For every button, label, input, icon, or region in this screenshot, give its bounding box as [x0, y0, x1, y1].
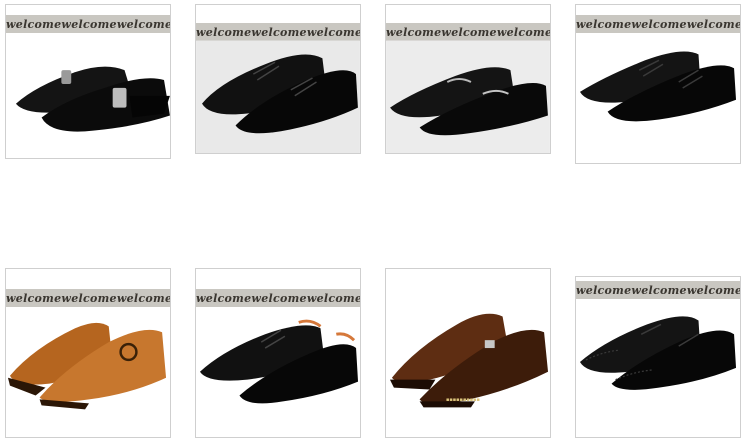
product-tile-3[interactable]: welcome welcome welcome	[385, 4, 551, 154]
product-tile-4[interactable]: welcome welcome welcome	[575, 4, 741, 164]
product-tile-8[interactable]: welcome welcome welcome	[575, 276, 741, 438]
ring-strap-monk-image	[7, 322, 167, 410]
wingtip-brogue-image	[579, 316, 737, 390]
single-monk-strap-image	[389, 313, 549, 408]
horsebit-loafer-image	[386, 40, 550, 153]
product-tile-5[interactable]: welcome welcome welcome	[5, 268, 171, 438]
product-tile-2[interactable]: welcome welcome welcome	[195, 4, 361, 154]
product-tile-7[interactable]: ▪▪▪▪▪▪▪▪▪▪	[385, 268, 551, 438]
lace-up-derby-image	[196, 40, 360, 153]
suede-buckle-loafer-image	[15, 66, 170, 132]
watermark-logo: ▪▪▪▪▪▪▪▪▪▪	[446, 397, 480, 403]
product-tile-6[interactable]: welcome welcome welcome	[195, 268, 361, 438]
lace-up-derby-image	[199, 319, 359, 404]
product-tile-1[interactable]: welcome welcome welcome	[5, 4, 171, 159]
lace-up-oxford-image	[579, 51, 737, 122]
